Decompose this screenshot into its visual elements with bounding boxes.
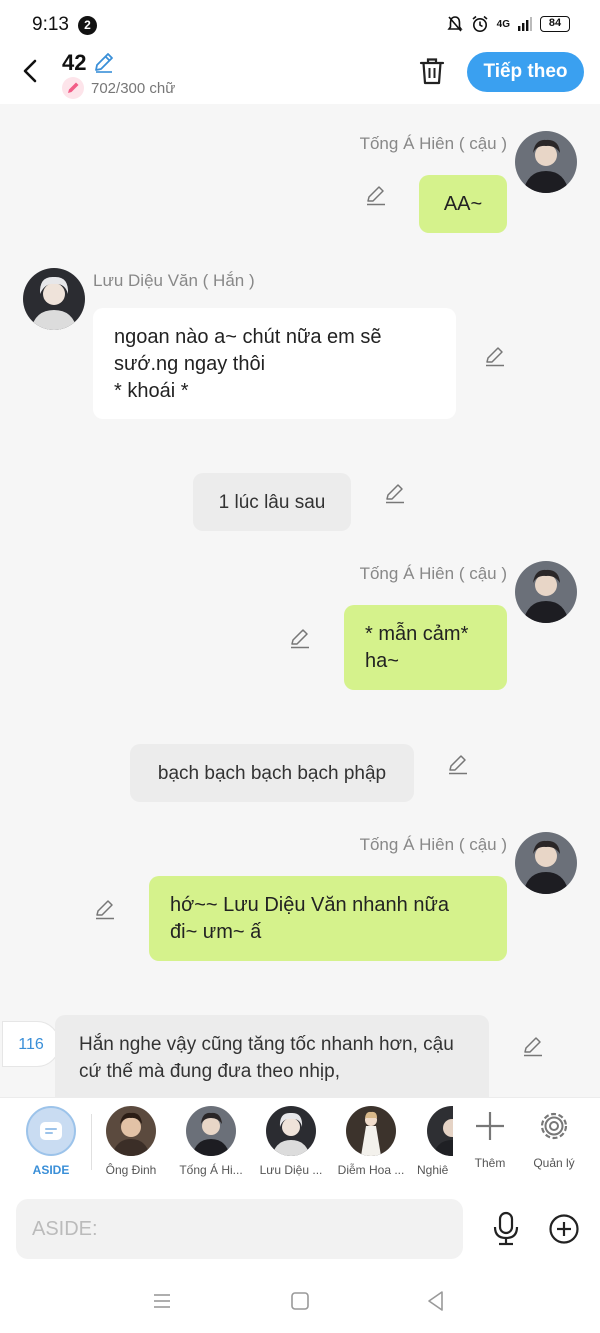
manage-characters-label: Quản lý xyxy=(533,1156,575,1170)
add-character-button[interactable]: Thêm xyxy=(462,1106,518,1170)
chapter-title[interactable]: 42 xyxy=(62,50,86,76)
character-label: Ông Đinh xyxy=(105,1163,157,1177)
recent-apps-icon[interactable] xyxy=(150,1289,174,1313)
back-arrow-icon[interactable] xyxy=(18,58,44,84)
message-line: ngoan nào a~ chút nữa em sẽ xyxy=(114,326,382,348)
narration-bubble[interactable]: 1 lúc lâu sau xyxy=(193,473,351,531)
avatar xyxy=(346,1106,396,1156)
network-type: 4G xyxy=(496,18,510,30)
microphone-icon[interactable] xyxy=(490,1211,522,1247)
message-bubble[interactable]: hớ~~ Lưu Diệu Văn nhanh nữa đi~ ưm~ ấ xyxy=(149,876,507,961)
narration-text: 1 lúc lâu sau xyxy=(218,492,326,513)
character-label: Tống Á Hi... xyxy=(179,1163,243,1177)
edit-message-icon[interactable] xyxy=(522,1035,544,1057)
character-luu-dieu-van[interactable]: Lưu Diệu ... xyxy=(253,1106,329,1177)
message-sender-name: Tống Á Hiên ( cậu ) xyxy=(359,564,507,583)
character-label: Diễm Hoa ... xyxy=(337,1163,405,1177)
add-character-label: Thêm xyxy=(474,1156,506,1170)
avatar xyxy=(515,131,577,193)
next-button[interactable]: Tiếp theo xyxy=(467,52,584,92)
trash-icon[interactable] xyxy=(418,56,446,86)
status-time: 9:13 xyxy=(32,14,69,35)
character-nghie[interactable]: Nghiê xyxy=(413,1106,453,1177)
narration-line: Hắn nghe vậy cũng tăng tốc nhanh hơn, cậ… xyxy=(79,1034,454,1055)
narration-text: bạch bạch bạch bạch phập xyxy=(157,763,387,784)
character-label: Nghiê xyxy=(417,1163,449,1177)
divider xyxy=(91,1114,92,1170)
character-ong-dinh[interactable]: Ông Đinh xyxy=(93,1106,169,1177)
character-selector-bar: ASIDE Ông Đinh Tống Á Hi... Lưu Diệu ...… xyxy=(0,1097,600,1189)
message-line: ha~ xyxy=(365,650,399,672)
edit-title-pencil-icon[interactable] xyxy=(92,50,116,74)
narration-bubble[interactable]: Hắn nghe vậy cũng tăng tốc nhanh hơn, cậ… xyxy=(55,1015,489,1097)
bell-muted-icon xyxy=(447,16,463,32)
notification-count-badge: 2 xyxy=(78,16,97,35)
message-input[interactable] xyxy=(16,1199,463,1259)
editor-header: 42 702/300 chữ Tiếp theo xyxy=(0,40,600,104)
edit-message-icon[interactable] xyxy=(447,753,469,775)
signal-icon xyxy=(518,17,532,31)
word-count: 702/300 chữ xyxy=(91,80,176,97)
message-sender-name: Lưu Diệu Văn ( Hắn ) xyxy=(93,271,255,290)
narration-bubble[interactable]: bạch bạch bạch bạch phập xyxy=(130,744,414,802)
home-icon[interactable] xyxy=(288,1289,312,1313)
char-count-pen-icon xyxy=(62,77,84,99)
character-aside[interactable]: ASIDE xyxy=(13,1106,89,1177)
edit-message-icon[interactable] xyxy=(365,184,387,206)
message-bubble[interactable]: ngoan nào a~ chút nữa em sẽ sướ.ng ngay … xyxy=(93,308,456,419)
add-attachment-icon[interactable] xyxy=(548,1213,580,1245)
alarm-icon xyxy=(472,15,488,32)
avatar xyxy=(515,561,577,623)
avatar xyxy=(23,268,85,330)
message-bubble[interactable]: AA~ xyxy=(419,175,507,233)
character-tong-a-hien[interactable]: Tống Á Hi... xyxy=(173,1106,249,1177)
aside-icon xyxy=(26,1106,76,1156)
edit-message-icon[interactable] xyxy=(289,627,311,649)
message-line: đi~ ưm~ ấ xyxy=(170,921,262,943)
message-text: AA~ xyxy=(443,193,483,215)
status-icons: 4G 84 xyxy=(447,15,570,33)
edit-message-icon[interactable] xyxy=(94,898,116,920)
character-label: ASIDE xyxy=(32,1163,70,1177)
plus-icon xyxy=(476,1112,504,1140)
character-diem-hoa[interactable]: Diễm Hoa ... xyxy=(333,1106,409,1177)
back-triangle-icon[interactable] xyxy=(424,1289,448,1313)
edit-message-icon[interactable] xyxy=(484,345,506,367)
avatar xyxy=(186,1106,236,1156)
message-bubble[interactable]: * mẫn cảm* ha~ xyxy=(344,605,507,690)
message-line: sướ.ng ngay thôi xyxy=(114,353,266,375)
message-line: * mẫn cảm* xyxy=(365,623,469,645)
avatar xyxy=(266,1106,316,1156)
narration-line: cứ thế mà đung đưa theo nhịp, xyxy=(79,1061,340,1082)
message-sender-name: Tống Á Hiên ( cậu ) xyxy=(359,134,507,153)
edit-message-icon[interactable] xyxy=(384,482,406,504)
message-line: hớ~~ Lưu Diệu Văn nhanh nữa xyxy=(170,894,449,916)
manage-characters-button[interactable]: Quản lý xyxy=(526,1106,582,1170)
battery-level: 84 xyxy=(540,16,570,32)
avatar xyxy=(106,1106,156,1156)
message-sender-name: Tống Á Hiên ( cậu ) xyxy=(359,835,507,854)
message-line: * khoái * xyxy=(114,380,189,402)
character-label: Lưu Diệu ... xyxy=(259,1163,323,1177)
avatar xyxy=(427,1106,453,1156)
composer-bar xyxy=(0,1189,600,1333)
scroll-position-badge[interactable]: 116 xyxy=(2,1021,60,1067)
gear-icon xyxy=(540,1112,568,1140)
avatar xyxy=(515,832,577,894)
